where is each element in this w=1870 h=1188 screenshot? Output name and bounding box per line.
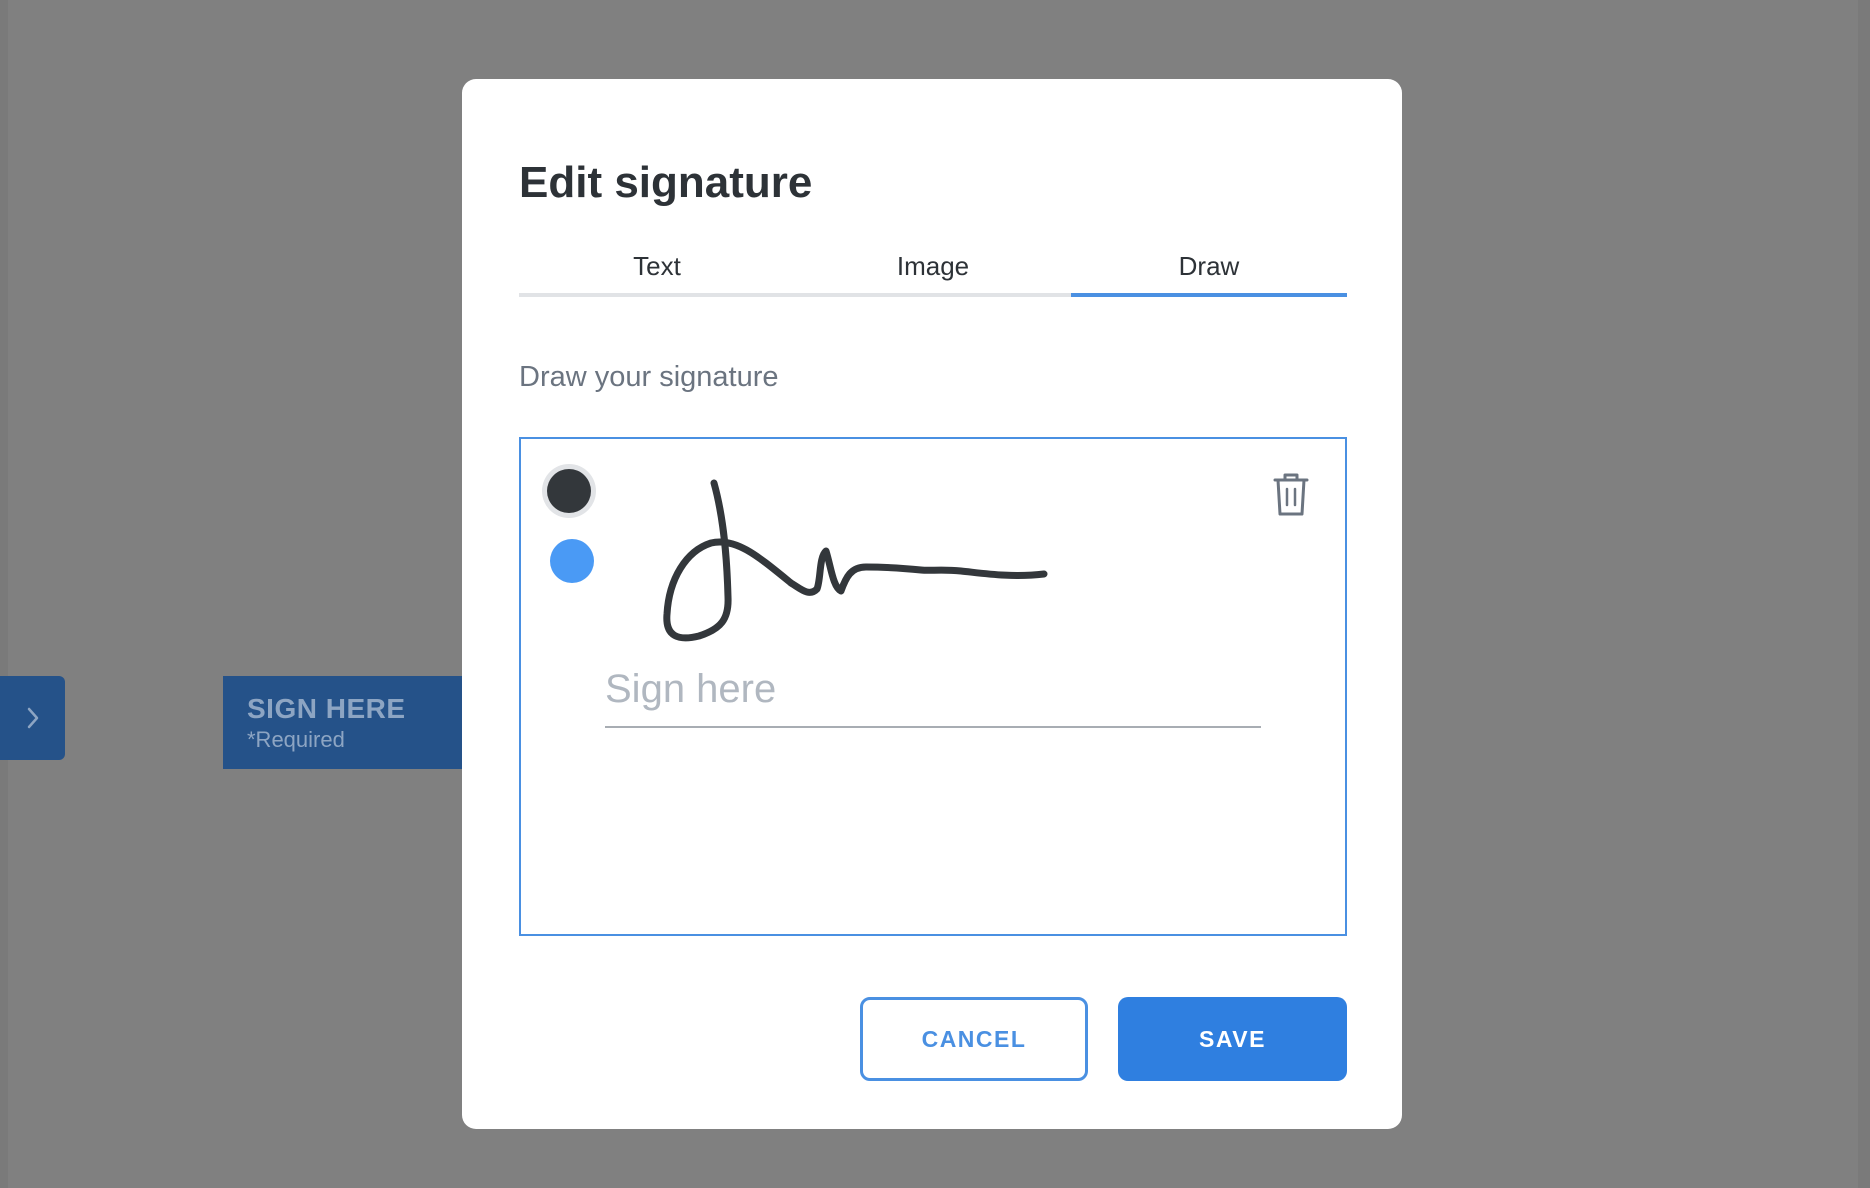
- sign-here-required: *Required: [247, 727, 345, 752]
- page-left-edge: [0, 0, 8, 1188]
- save-button[interactable]: SAVE: [1118, 997, 1347, 1081]
- page-right-edge: [1858, 0, 1870, 1188]
- modal-title: Edit signature: [519, 158, 813, 207]
- cancel-button[interactable]: CANCEL: [860, 997, 1088, 1081]
- edit-signature-modal: Edit signature Text Image Draw Draw your…: [462, 79, 1402, 1129]
- signature-tabs: Text Image Draw: [519, 239, 1347, 297]
- tab-text[interactable]: Text: [519, 239, 795, 297]
- sign-here-title: SIGN HERE: [247, 693, 406, 724]
- signature-baseline: [605, 726, 1261, 728]
- sidebar-toggle-button[interactable]: [0, 676, 65, 760]
- tab-draw[interactable]: Draw: [1071, 239, 1347, 297]
- sign-here-placeholder: Sign here: [605, 667, 777, 711]
- draw-subtitle: Draw your signature: [519, 361, 779, 393]
- signature-pad[interactable]: Sign here: [519, 437, 1347, 936]
- sign-here-tag[interactable]: SIGN HERE *Required: [223, 676, 463, 769]
- chevron-right-icon: [27, 707, 38, 729]
- tab-image[interactable]: Image: [795, 239, 1071, 297]
